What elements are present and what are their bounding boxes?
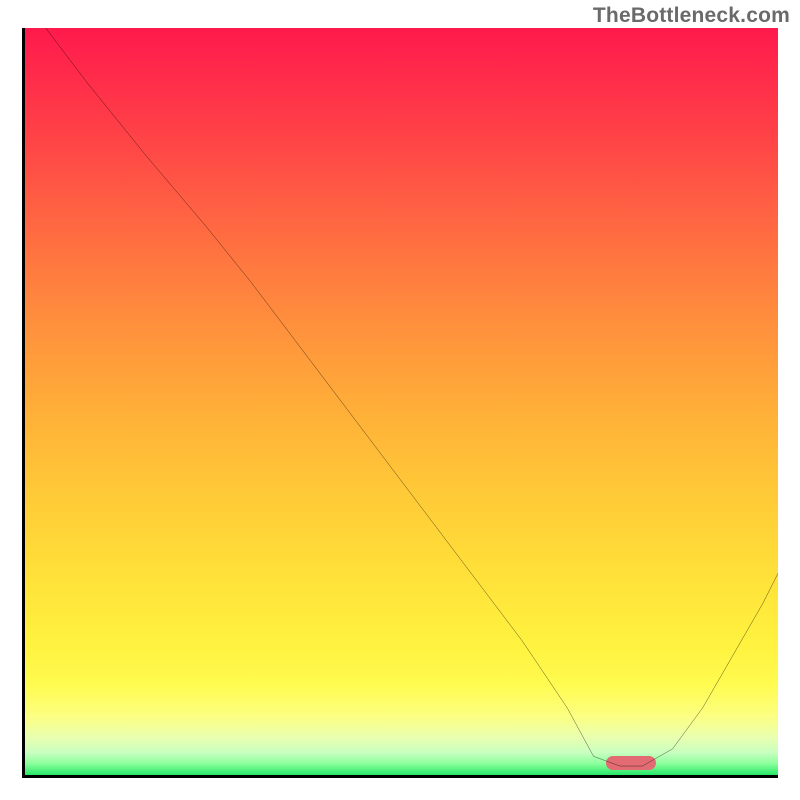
curve-svg <box>25 28 778 775</box>
chart-container: TheBottleneck.com <box>0 0 800 800</box>
plot-area <box>22 28 778 778</box>
watermark-text: TheBottleneck.com <box>593 4 790 28</box>
bottleneck-curve <box>40 28 778 766</box>
